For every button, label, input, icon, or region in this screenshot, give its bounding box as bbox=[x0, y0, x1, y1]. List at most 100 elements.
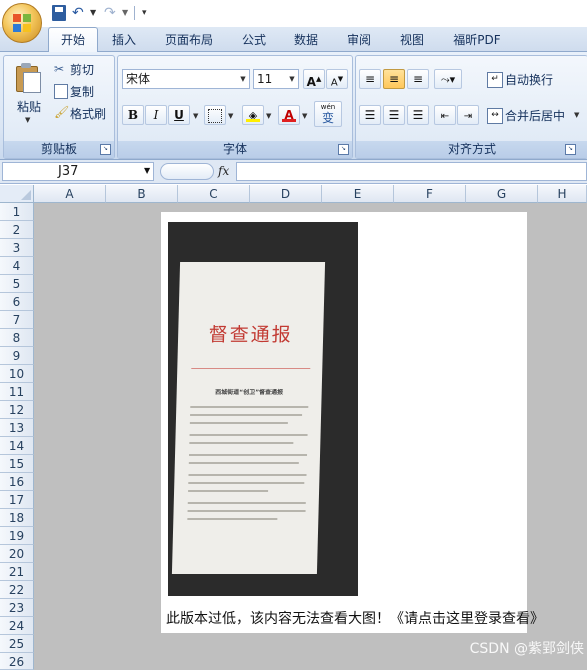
column-header-d[interactable]: D bbox=[250, 185, 322, 203]
row-header[interactable]: 5 bbox=[0, 275, 34, 293]
row-header[interactable]: 6 bbox=[0, 293, 34, 311]
borders-button[interactable] bbox=[204, 105, 226, 125]
name-box[interactable]: J37 bbox=[2, 162, 154, 181]
customize-quick-access-icon[interactable]: ▾ bbox=[142, 5, 152, 21]
phonetic-button[interactable]: wén 变 bbox=[314, 101, 342, 127]
alignment-launcher-icon[interactable]: ↘ bbox=[565, 144, 576, 155]
row-header[interactable]: 2 bbox=[0, 221, 34, 239]
redo-dropdown-icon[interactable]: ▼ bbox=[122, 5, 130, 21]
font-launcher-icon[interactable]: ↘ bbox=[338, 144, 349, 155]
merge-center-dropdown-icon[interactable]: ▼ bbox=[574, 111, 579, 119]
italic-button[interactable]: I bbox=[145, 105, 167, 125]
name-box-dropdown-icon[interactable]: ▼ bbox=[144, 167, 152, 175]
low-version-notice-link[interactable]: 此版本过低，该内容无法查看大图！《请点击这里登录查看》 bbox=[166, 609, 544, 629]
format-painter-button[interactable]: 格式刷 bbox=[70, 105, 106, 122]
column-header-c[interactable]: C bbox=[178, 185, 250, 203]
select-all-button[interactable] bbox=[0, 185, 34, 203]
font-size-select[interactable]: 11 ▼ bbox=[253, 69, 299, 89]
align-center-button[interactable]: ☰ bbox=[383, 105, 405, 125]
row-header[interactable]: 15 bbox=[0, 455, 34, 473]
row-header[interactable]: 16 bbox=[0, 473, 34, 491]
font-name-dropdown-icon[interactable]: ▼ bbox=[237, 70, 249, 88]
tab-view[interactable]: 视图 bbox=[390, 28, 434, 52]
tab-foxit-pdf[interactable]: 福昕PDF bbox=[444, 28, 510, 52]
column-header-b[interactable]: B bbox=[106, 185, 178, 203]
row-header[interactable]: 23 bbox=[0, 599, 34, 617]
row-header[interactable]: 18 bbox=[0, 509, 34, 527]
alignment-group: ≡ ≡ ≡ ⤳▾ ↵ 自动换行 ☰ ☰ ☰ ⇤ ⇥ ↔ 合并后居中 ▼ 对齐方式… bbox=[355, 55, 587, 159]
bold-button[interactable]: B bbox=[122, 105, 144, 125]
align-top-button[interactable]: ≡ bbox=[359, 69, 381, 89]
orientation-button[interactable]: ⤳▾ bbox=[434, 69, 462, 89]
row-header[interactable]: 12 bbox=[0, 401, 34, 419]
row-header[interactable]: 13 bbox=[0, 419, 34, 437]
copy-button[interactable]: 复制 bbox=[70, 83, 94, 100]
font-color-button[interactable]: A bbox=[278, 105, 300, 125]
row-header[interactable]: 26 bbox=[0, 653, 34, 670]
undo-icon[interactable]: ↶ bbox=[72, 5, 86, 21]
row-header[interactable]: 8 bbox=[0, 329, 34, 347]
row-header[interactable]: 21 bbox=[0, 563, 34, 581]
orientation-icon: ⤳▾ bbox=[440, 73, 456, 86]
tab-formulas[interactable]: 公式 bbox=[232, 28, 276, 52]
row-header[interactable]: 1 bbox=[0, 203, 34, 221]
column-header-e[interactable]: E bbox=[322, 185, 394, 203]
tab-home[interactable]: 开始 bbox=[48, 27, 98, 54]
align-bottom-button[interactable]: ≡ bbox=[407, 69, 429, 89]
underline-dropdown-icon[interactable]: ▼ bbox=[193, 112, 198, 120]
tab-page-layout[interactable]: 页面布局 bbox=[156, 28, 222, 52]
font-name-select[interactable]: 宋体 ▼ bbox=[122, 69, 250, 89]
tab-insert[interactable]: 插入 bbox=[102, 28, 146, 52]
document-red-rule bbox=[191, 368, 311, 369]
paste-dropdown-icon[interactable]: ▼ bbox=[25, 116, 30, 124]
align-right-button[interactable]: ☰ bbox=[407, 105, 429, 125]
row-header[interactable]: 11 bbox=[0, 383, 34, 401]
column-header-f[interactable]: F bbox=[394, 185, 466, 203]
row-header[interactable]: 20 bbox=[0, 545, 34, 563]
shrink-font-button[interactable]: A▼ bbox=[326, 69, 348, 89]
merge-center-icon: ↔ bbox=[487, 108, 503, 124]
row-header[interactable]: 3 bbox=[0, 239, 34, 257]
tab-review[interactable]: 审阅 bbox=[337, 28, 381, 52]
row-header[interactable]: 24 bbox=[0, 617, 34, 635]
row-header[interactable]: 14 bbox=[0, 437, 34, 455]
paste-button[interactable]: 粘贴 bbox=[14, 98, 44, 115]
column-header-h[interactable]: H bbox=[538, 185, 587, 203]
column-header-g[interactable]: G bbox=[466, 185, 538, 203]
align-middle-button[interactable]: ≡ bbox=[383, 69, 405, 89]
row-header[interactable]: 25 bbox=[0, 635, 34, 653]
fill-color-button[interactable]: ◈ bbox=[242, 105, 264, 125]
wrap-text-button[interactable]: 自动换行 bbox=[505, 71, 553, 88]
formula-input[interactable] bbox=[236, 162, 587, 181]
undo-dropdown-icon[interactable]: ▼ bbox=[90, 5, 98, 21]
font-size-dropdown-icon[interactable]: ▼ bbox=[286, 70, 298, 88]
align-left-button[interactable]: ☰ bbox=[359, 105, 381, 125]
save-icon[interactable] bbox=[52, 5, 66, 21]
fill-color-dropdown-icon[interactable]: ▼ bbox=[266, 112, 271, 120]
row-header[interactable]: 22 bbox=[0, 581, 34, 599]
merge-center-button[interactable]: 合并后居中 bbox=[505, 107, 565, 124]
document-subtitle: 西城街道“创卫”督查通报 bbox=[215, 389, 284, 396]
row-header[interactable]: 10 bbox=[0, 365, 34, 383]
grow-font-button[interactable]: A▲ bbox=[303, 69, 325, 89]
row-header[interactable]: 17 bbox=[0, 491, 34, 509]
row-header[interactable]: 9 bbox=[0, 347, 34, 365]
insert-function-button[interactable]: fx bbox=[218, 163, 232, 180]
redo-icon[interactable]: ↷ bbox=[104, 5, 118, 21]
clipboard-launcher-icon[interactable]: ↘ bbox=[100, 144, 111, 155]
tab-data[interactable]: 数据 bbox=[284, 28, 328, 52]
font-color-dropdown-icon[interactable]: ▼ bbox=[302, 112, 307, 120]
align-center-icon: ☰ bbox=[388, 108, 400, 122]
row-header[interactable]: 4 bbox=[0, 257, 34, 275]
decrease-indent-button[interactable]: ⇤ bbox=[434, 105, 456, 125]
align-left-icon: ☰ bbox=[364, 108, 376, 122]
row-header[interactable]: 19 bbox=[0, 527, 34, 545]
increase-indent-button[interactable]: ⇥ bbox=[457, 105, 479, 125]
formula-bar-expander[interactable] bbox=[160, 163, 214, 180]
row-header[interactable]: 7 bbox=[0, 311, 34, 329]
cut-button[interactable]: 剪切 bbox=[70, 61, 94, 78]
column-header-a[interactable]: A bbox=[34, 185, 106, 203]
underline-button[interactable]: U bbox=[168, 105, 190, 125]
borders-dropdown-icon[interactable]: ▼ bbox=[228, 112, 233, 120]
office-button[interactable] bbox=[2, 3, 42, 43]
